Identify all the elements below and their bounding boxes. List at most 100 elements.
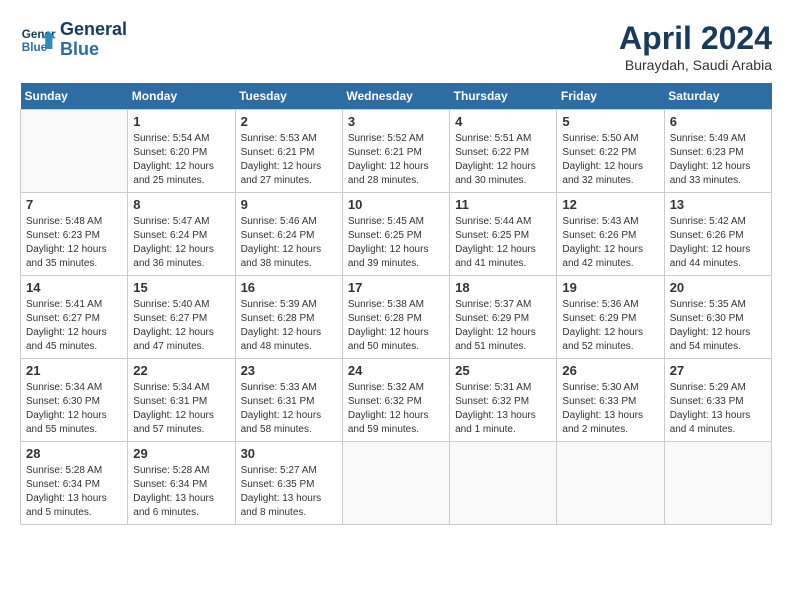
weekday-header-friday: Friday <box>557 83 664 110</box>
calendar-cell: 13 Sunrise: 5:42 AM Sunset: 6:26 PM Dayli… <box>664 193 771 276</box>
calendar-cell: 18 Sunrise: 5:37 AM Sunset: 6:29 PM Dayli… <box>450 276 557 359</box>
day-info: Sunrise: 5:34 AM Sunset: 6:30 PM Dayligh… <box>26 381 122 437</box>
day-info: Sunrise: 5:27 AM Sunset: 6:35 PM Dayligh… <box>241 464 337 520</box>
page-header: General Blue General Blue April 2024 Bur… <box>20 20 772 73</box>
calendar-cell <box>21 110 128 193</box>
day-info: Sunrise: 5:28 AM Sunset: 6:34 PM Dayligh… <box>26 464 122 520</box>
day-number: 5 <box>562 114 658 129</box>
day-info: Sunrise: 5:50 AM Sunset: 6:22 PM Dayligh… <box>562 132 658 188</box>
day-number: 20 <box>670 280 766 295</box>
calendar-cell: 15 Sunrise: 5:40 AM Sunset: 6:27 PM Dayli… <box>128 276 235 359</box>
day-info: Sunrise: 5:53 AM Sunset: 6:21 PM Dayligh… <box>241 132 337 188</box>
day-number: 21 <box>26 363 122 378</box>
calendar-cell: 26Sunrise: 5:30 AM Sunset: 6:33 PM Dayli… <box>557 359 664 442</box>
day-info: Sunrise: 5:52 AM Sunset: 6:21 PM Dayligh… <box>348 132 444 188</box>
day-number: 1 <box>133 114 229 129</box>
calendar-cell: 4 Sunrise: 5:51 AM Sunset: 6:22 PM Daylig… <box>450 110 557 193</box>
calendar-week-row: 21 Sunrise: 5:34 AM Sunset: 6:30 PM Dayli… <box>21 359 772 442</box>
calendar-cell: 3Sunrise: 5:52 AM Sunset: 6:21 PM Daylig… <box>342 110 449 193</box>
day-number: 26 <box>562 363 658 378</box>
weekday-header-wednesday: Wednesday <box>342 83 449 110</box>
day-info: Sunrise: 5:35 AM Sunset: 6:30 PM Dayligh… <box>670 298 766 354</box>
day-info: Sunrise: 5:47 AM Sunset: 6:24 PM Dayligh… <box>133 215 229 271</box>
day-number: 22 <box>133 363 229 378</box>
calendar-cell: 30 Sunrise: 5:27 AM Sunset: 6:35 PM Dayli… <box>235 442 342 525</box>
logo-text: General Blue <box>60 20 127 60</box>
location-subtitle: Buraydah, Saudi Arabia <box>619 57 772 73</box>
day-number: 28 <box>26 446 122 461</box>
calendar-cell: 2 Sunrise: 5:53 AM Sunset: 6:21 PM Daylig… <box>235 110 342 193</box>
day-number: 12 <box>562 197 658 212</box>
day-info: Sunrise: 5:37 AM Sunset: 6:29 PM Dayligh… <box>455 298 551 354</box>
calendar-week-row: 1 Sunrise: 5:54 AM Sunset: 6:20 PM Daylig… <box>21 110 772 193</box>
day-number: 19 <box>562 280 658 295</box>
day-info: Sunrise: 5:29 AM Sunset: 6:33 PM Dayligh… <box>670 381 766 437</box>
calendar-cell <box>557 442 664 525</box>
day-info: Sunrise: 5:49 AM Sunset: 6:23 PM Dayligh… <box>670 132 766 188</box>
day-number: 23 <box>241 363 337 378</box>
calendar-cell: 20 Sunrise: 5:35 AM Sunset: 6:30 PM Dayli… <box>664 276 771 359</box>
day-number: 4 <box>455 114 551 129</box>
day-info: Sunrise: 5:39 AM Sunset: 6:28 PM Dayligh… <box>241 298 337 354</box>
svg-text:Blue: Blue <box>22 41 48 54</box>
logo-icon: General Blue <box>20 22 56 58</box>
calendar-cell <box>664 442 771 525</box>
day-number: 13 <box>670 197 766 212</box>
calendar-week-row: 7Sunrise: 5:48 AM Sunset: 6:23 PM Daylig… <box>21 193 772 276</box>
calendar-cell: 22Sunrise: 5:34 AM Sunset: 6:31 PM Dayli… <box>128 359 235 442</box>
day-number: 17 <box>348 280 444 295</box>
day-number: 10 <box>348 197 444 212</box>
calendar-cell: 12Sunrise: 5:43 AM Sunset: 6:26 PM Dayli… <box>557 193 664 276</box>
day-info: Sunrise: 5:54 AM Sunset: 6:20 PM Dayligh… <box>133 132 229 188</box>
calendar-cell: 9 Sunrise: 5:46 AM Sunset: 6:24 PM Daylig… <box>235 193 342 276</box>
day-info: Sunrise: 5:32 AM Sunset: 6:32 PM Dayligh… <box>348 381 444 437</box>
weekday-header-thursday: Thursday <box>450 83 557 110</box>
logo: General Blue General Blue <box>20 20 127 60</box>
day-number: 29 <box>133 446 229 461</box>
calendar-cell: 8Sunrise: 5:47 AM Sunset: 6:24 PM Daylig… <box>128 193 235 276</box>
calendar-cell: 11 Sunrise: 5:44 AM Sunset: 6:25 PM Dayli… <box>450 193 557 276</box>
weekday-header-tuesday: Tuesday <box>235 83 342 110</box>
calendar-week-row: 28 Sunrise: 5:28 AM Sunset: 6:34 PM Dayli… <box>21 442 772 525</box>
calendar-cell <box>450 442 557 525</box>
day-number: 18 <box>455 280 551 295</box>
day-info: Sunrise: 5:38 AM Sunset: 6:28 PM Dayligh… <box>348 298 444 354</box>
day-info: Sunrise: 5:41 AM Sunset: 6:27 PM Dayligh… <box>26 298 122 354</box>
calendar-cell: 10 Sunrise: 5:45 AM Sunset: 6:25 PM Dayli… <box>342 193 449 276</box>
day-number: 7 <box>26 197 122 212</box>
title-block: April 2024 Buraydah, Saudi Arabia <box>619 20 772 73</box>
day-info: Sunrise: 5:33 AM Sunset: 6:31 PM Dayligh… <box>241 381 337 437</box>
day-info: Sunrise: 5:36 AM Sunset: 6:29 PM Dayligh… <box>562 298 658 354</box>
day-number: 9 <box>241 197 337 212</box>
day-number: 6 <box>670 114 766 129</box>
day-number: 27 <box>670 363 766 378</box>
day-info: Sunrise: 5:42 AM Sunset: 6:26 PM Dayligh… <box>670 215 766 271</box>
day-info: Sunrise: 5:40 AM Sunset: 6:27 PM Dayligh… <box>133 298 229 354</box>
day-info: Sunrise: 5:51 AM Sunset: 6:22 PM Dayligh… <box>455 132 551 188</box>
day-info: Sunrise: 5:31 AM Sunset: 6:32 PM Dayligh… <box>455 381 551 437</box>
day-info: Sunrise: 5:46 AM Sunset: 6:24 PM Dayligh… <box>241 215 337 271</box>
calendar-week-row: 14Sunrise: 5:41 AM Sunset: 6:27 PM Dayli… <box>21 276 772 359</box>
calendar-cell: 23 Sunrise: 5:33 AM Sunset: 6:31 PM Dayli… <box>235 359 342 442</box>
day-info: Sunrise: 5:28 AM Sunset: 6:34 PM Dayligh… <box>133 464 229 520</box>
calendar-cell: 25Sunrise: 5:31 AM Sunset: 6:32 PM Dayli… <box>450 359 557 442</box>
day-number: 16 <box>241 280 337 295</box>
calendar-table: SundayMondayTuesdayWednesdayThursdayFrid… <box>20 83 772 525</box>
day-info: Sunrise: 5:45 AM Sunset: 6:25 PM Dayligh… <box>348 215 444 271</box>
calendar-cell: 27 Sunrise: 5:29 AM Sunset: 6:33 PM Dayli… <box>664 359 771 442</box>
calendar-cell: 7Sunrise: 5:48 AM Sunset: 6:23 PM Daylig… <box>21 193 128 276</box>
day-number: 2 <box>241 114 337 129</box>
month-title: April 2024 <box>619 20 772 57</box>
day-number: 24 <box>348 363 444 378</box>
calendar-cell <box>342 442 449 525</box>
day-number: 15 <box>133 280 229 295</box>
day-info: Sunrise: 5:44 AM Sunset: 6:25 PM Dayligh… <box>455 215 551 271</box>
weekday-header-monday: Monday <box>128 83 235 110</box>
weekday-header-row: SundayMondayTuesdayWednesdayThursdayFrid… <box>21 83 772 110</box>
day-number: 30 <box>241 446 337 461</box>
weekday-header-saturday: Saturday <box>664 83 771 110</box>
day-number: 11 <box>455 197 551 212</box>
calendar-cell: 1 Sunrise: 5:54 AM Sunset: 6:20 PM Daylig… <box>128 110 235 193</box>
calendar-cell: 17 Sunrise: 5:38 AM Sunset: 6:28 PM Dayli… <box>342 276 449 359</box>
calendar-cell: 19 Sunrise: 5:36 AM Sunset: 6:29 PM Dayli… <box>557 276 664 359</box>
